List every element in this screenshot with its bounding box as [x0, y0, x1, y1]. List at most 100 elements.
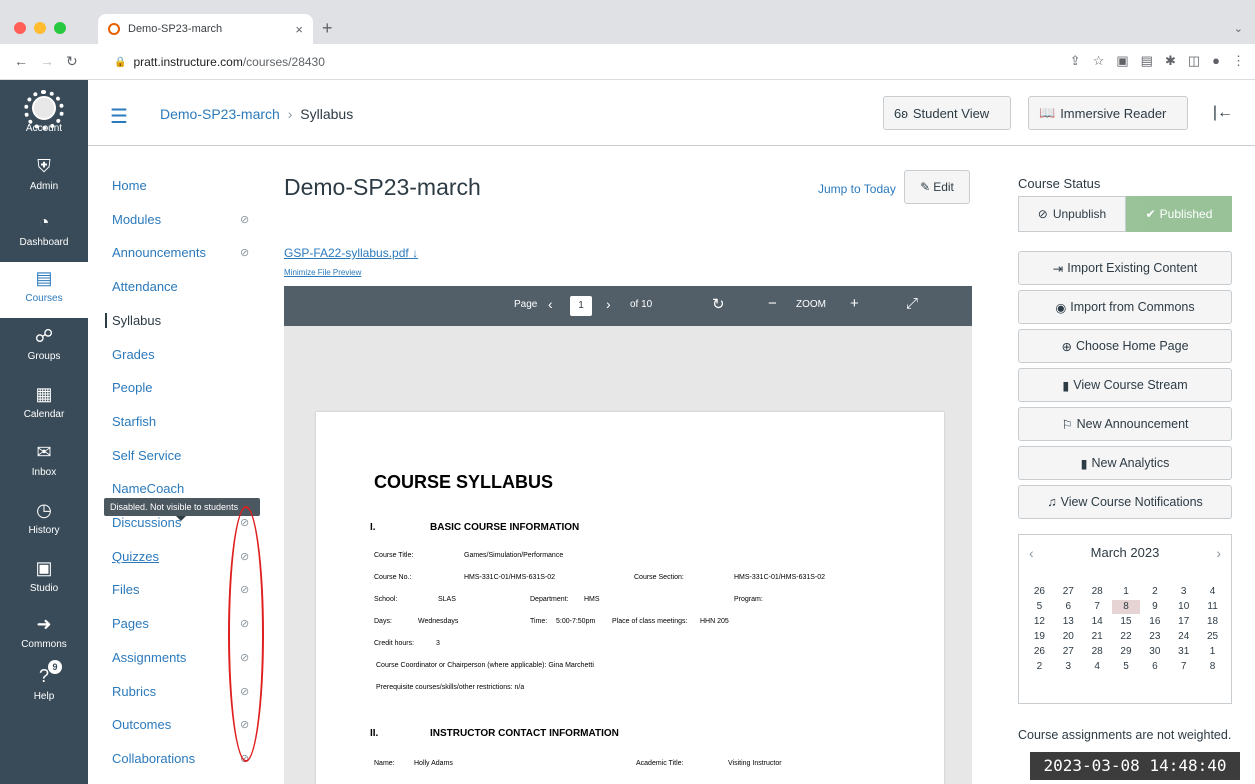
calendar-day[interactable]: 17: [1169, 615, 1198, 629]
fullscreen-icon[interactable]: ⤢: [906, 295, 918, 312]
calendar-day[interactable]: 12: [1025, 615, 1054, 629]
jump-to-today-link[interactable]: Jump to Today: [818, 182, 896, 196]
course-nav-people[interactable]: People: [112, 380, 152, 395]
calendar-day[interactable]: 6: [1054, 600, 1083, 614]
global-nav-studio[interactable]: ▣ Studio: [0, 552, 88, 608]
new-analytics-button[interactable]: ▮ New Analytics: [1018, 446, 1232, 480]
import-existing-content-button[interactable]: ⇥ Import Existing Content: [1018, 251, 1232, 285]
calendar-day[interactable]: 9: [1140, 600, 1169, 614]
course-nav-announcements[interactable]: Announcements: [112, 245, 206, 260]
edit-button[interactable]: ✎ Edit: [904, 170, 970, 204]
global-nav-inbox[interactable]: ✉ Inbox: [0, 436, 88, 492]
course-nav-outcomes[interactable]: Outcomes: [112, 717, 171, 732]
zoom-in-icon[interactable]: +: [850, 295, 859, 312]
profile-icon[interactable]: ●: [1212, 53, 1220, 69]
new-tab-button[interactable]: +: [322, 18, 333, 39]
calendar-day[interactable]: 5: [1112, 660, 1141, 674]
unpublish-button[interactable]: ⊘ Unpublish: [1018, 196, 1126, 232]
global-nav-history[interactable]: ◷ History: [0, 494, 88, 550]
course-nav-self-service[interactable]: Self Service: [112, 448, 181, 463]
hamburger-menu-icon[interactable]: ☰: [110, 104, 128, 129]
address-bar[interactable]: 🔒 pratt.instructure.com/courses/28430: [114, 50, 1014, 74]
course-nav-files[interactable]: Files: [112, 582, 139, 597]
share-icon[interactable]: ⇪: [1070, 53, 1081, 69]
course-nav-modules[interactable]: Modules: [112, 212, 161, 227]
calendar-day[interactable]: 8: [1111, 600, 1141, 614]
import-from-commons-button[interactable]: ◉ Import from Commons: [1018, 290, 1232, 324]
calendar-day[interactable]: 25: [1198, 630, 1227, 644]
course-nav-pages[interactable]: Pages: [112, 616, 149, 631]
minimize-window-button[interactable]: [34, 22, 46, 34]
global-nav-account[interactable]: Account: [0, 92, 88, 148]
page-number-input[interactable]: 1: [570, 296, 592, 316]
maximize-window-button[interactable]: [54, 22, 66, 34]
global-nav-admin[interactable]: ⛨ Admin: [0, 150, 88, 206]
calendar-day[interactable]: 1: [1112, 585, 1141, 599]
calendar-day[interactable]: 26: [1025, 585, 1054, 599]
calendar-day[interactable]: 21: [1083, 630, 1112, 644]
calendar-day[interactable]: 8: [1198, 660, 1227, 674]
calendar-day[interactable]: 1: [1198, 645, 1227, 659]
global-nav-commons[interactable]: ➜ Commons: [0, 608, 88, 664]
calendar-day[interactable]: 30: [1140, 645, 1169, 659]
bookmark-star-icon[interactable]: ☆: [1093, 53, 1105, 69]
calendar-day[interactable]: 4: [1198, 585, 1227, 599]
sidepanel-icon[interactable]: ◫: [1188, 53, 1200, 69]
course-nav-rubrics[interactable]: Rubrics: [112, 684, 156, 699]
rotate-icon[interactable]: ↻: [712, 295, 725, 313]
tab-close-icon[interactable]: ×: [295, 22, 303, 37]
calendar-day[interactable]: 29: [1112, 645, 1141, 659]
choose-home-page-button[interactable]: ⊕ Choose Home Page: [1018, 329, 1232, 363]
global-nav-help[interactable]: ? 9 Help: [0, 660, 88, 716]
prev-page-icon[interactable]: ‹: [548, 296, 553, 312]
calendar-day[interactable]: 27: [1054, 585, 1083, 599]
calendar-day[interactable]: 3: [1169, 585, 1198, 599]
calendar-day[interactable]: 20: [1054, 630, 1083, 644]
view-course-stream-button[interactable]: ▮ View Course Stream: [1018, 368, 1232, 402]
student-view-button[interactable]: 6ʚ Student View: [883, 96, 1011, 130]
calendar-day[interactable]: 3: [1054, 660, 1083, 674]
course-nav-collaborations[interactable]: Collaborations: [112, 751, 195, 766]
syllabus-file-link[interactable]: GSP-FA22-syllabus.pdf ↓: [284, 246, 418, 260]
calendar-next-icon[interactable]: ›: [1216, 545, 1221, 561]
view-course-notifications-button[interactable]: ♫ View Course Notifications: [1018, 485, 1232, 519]
calendar-day[interactable]: 2: [1140, 585, 1169, 599]
global-nav-dashboard[interactable]: ◔ Dashboard: [0, 206, 88, 262]
calendar-day[interactable]: 15: [1112, 615, 1141, 629]
calendar-day[interactable]: 28: [1083, 645, 1112, 659]
course-nav-home[interactable]: Home: [112, 178, 147, 193]
breadcrumb-course-link[interactable]: Demo-SP23-march: [160, 106, 280, 122]
tab-search-icon[interactable]: ⌄: [1234, 22, 1243, 35]
course-nav-starfish[interactable]: Starfish: [112, 414, 156, 429]
close-window-button[interactable]: [14, 22, 26, 34]
global-nav-courses[interactable]: ▤ Courses: [0, 262, 88, 318]
collapse-sidebar-icon[interactable]: |←: [1213, 104, 1233, 122]
reload-icon[interactable]: ↻: [66, 53, 78, 70]
calendar-day[interactable]: 24: [1169, 630, 1198, 644]
calendar-day[interactable]: 23: [1140, 630, 1169, 644]
zoom-out-icon[interactable]: −: [768, 295, 777, 312]
calendar-day[interactable]: 4: [1083, 660, 1112, 674]
puzzle-icon[interactable]: ✱: [1165, 53, 1176, 69]
global-nav-calendar[interactable]: ▦ Calendar: [0, 378, 88, 434]
course-nav-attendance[interactable]: Attendance: [112, 279, 178, 294]
course-nav-namecoach[interactable]: NameCoach: [112, 481, 184, 496]
calendar-day[interactable]: 2: [1025, 660, 1054, 674]
course-nav-discussions[interactable]: Discussions: [112, 515, 181, 530]
forward-icon[interactable]: →: [40, 53, 54, 69]
minimize-file-preview-link[interactable]: Minimize File Preview: [284, 268, 361, 277]
calendar-day[interactable]: 6: [1140, 660, 1169, 674]
calendar-day[interactable]: 27: [1054, 645, 1083, 659]
calendar-day[interactable]: 14: [1083, 615, 1112, 629]
course-nav-grades[interactable]: Grades: [112, 347, 155, 362]
course-nav-assignments[interactable]: Assignments: [112, 650, 186, 665]
calendar-day[interactable]: 19: [1025, 630, 1054, 644]
global-nav-groups[interactable]: ☍ Groups: [0, 320, 88, 376]
calendar-day[interactable]: 26: [1025, 645, 1054, 659]
new-announcement-button[interactable]: ⚐ New Announcement: [1018, 407, 1232, 441]
extension-icon[interactable]: ▤: [1141, 53, 1153, 69]
calendar-day[interactable]: 7: [1169, 660, 1198, 674]
next-page-icon[interactable]: ›: [606, 296, 611, 312]
browser-tab[interactable]: Demo-SP23-march ×: [98, 14, 313, 44]
calendar-day[interactable]: 16: [1140, 615, 1169, 629]
